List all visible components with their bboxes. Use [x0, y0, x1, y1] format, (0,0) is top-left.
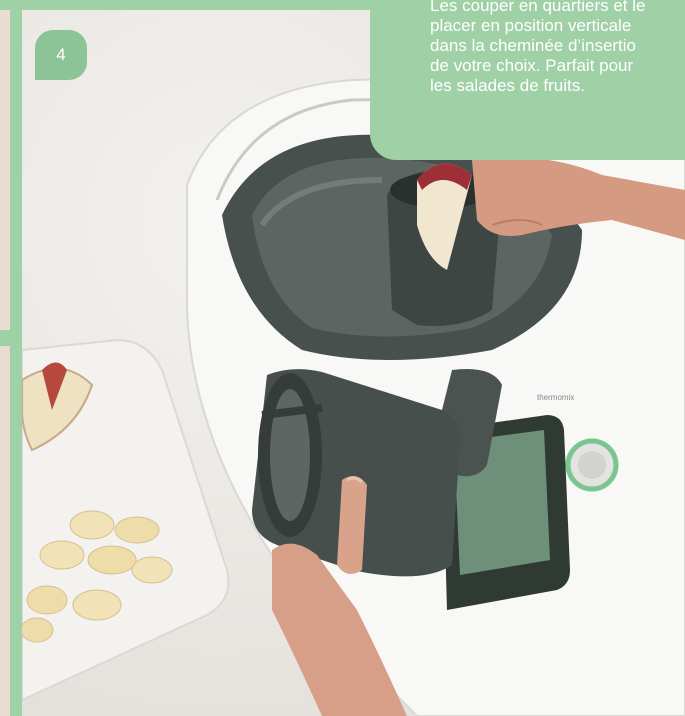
previous-photo-edge-lower	[0, 346, 10, 716]
instruction-line: dans la cheminée d’insertio	[430, 36, 637, 55]
step-number: 4	[56, 45, 66, 64]
instruction-line: Les couper en quartiers et le	[430, 0, 646, 15]
instruction-text: Les couper en quartiers et le placer en …	[430, 0, 685, 96]
step-number-badge: 4	[35, 30, 87, 80]
page-gutter	[10, 0, 22, 716]
instruction-callout: Les couper en quartiers et le placer en …	[370, 0, 685, 160]
previous-photo-edge	[0, 0, 10, 330]
instruction-line: placer en position verticale	[430, 16, 632, 35]
instruction-line: les salades de fruits.	[430, 76, 585, 95]
recipe-page: thermomix 4 Les couper en quartiers et l…	[0, 0, 685, 716]
brand-mark: thermomix	[537, 393, 574, 402]
instruction-line: de votre choix. Parfait pour	[430, 56, 634, 75]
